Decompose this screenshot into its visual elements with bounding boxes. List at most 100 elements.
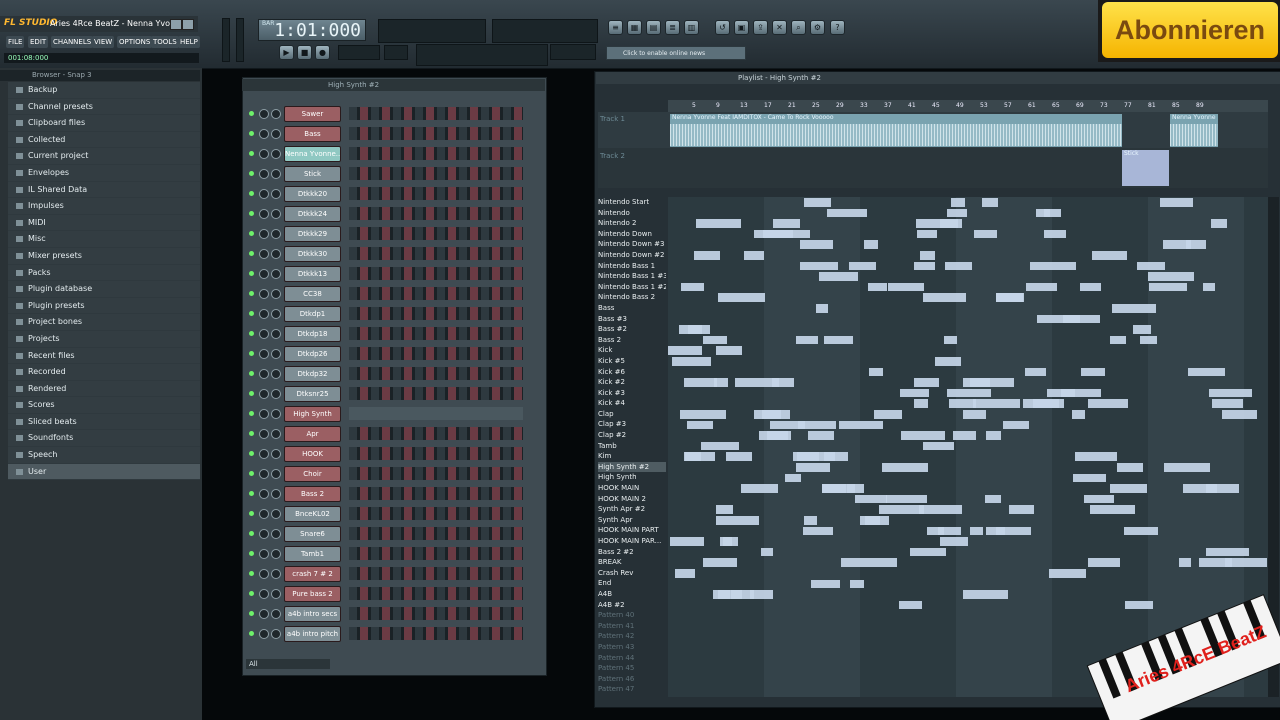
pan-knob[interactable]: [259, 629, 269, 639]
pattern-block[interactable]: [1149, 282, 1187, 292]
channel-mute-led[interactable]: [249, 351, 254, 356]
volume-knob[interactable]: [271, 429, 281, 439]
pattern-block[interactable]: [696, 219, 741, 228]
pattern-label[interactable]: Crash Rev: [598, 568, 666, 579]
pattern-block[interactable]: [868, 282, 887, 292]
pattern-block[interactable]: [1033, 399, 1059, 408]
pattern-label[interactable]: Pattern 47: [598, 684, 666, 695]
pattern-block[interactable]: [940, 537, 968, 546]
step-buttons[interactable]: [349, 447, 523, 460]
pattern-block[interactable]: [864, 240, 878, 249]
pattern-block[interactable]: [800, 261, 838, 271]
pattern-block[interactable]: [1009, 505, 1034, 514]
pattern-label[interactable]: Tamb: [598, 441, 666, 452]
pattern-label[interactable]: Bass 2 #2: [598, 547, 666, 558]
pattern-block[interactable]: [917, 229, 937, 239]
pattern-block[interactable]: [1206, 547, 1249, 557]
channel-button[interactable]: CC38: [284, 286, 341, 302]
browser-item[interactable]: Plugin database: [8, 281, 200, 298]
pattern-block[interactable]: [882, 463, 928, 472]
volume-knob[interactable]: [271, 229, 281, 239]
pattern-block[interactable]: [1148, 272, 1194, 281]
pattern-label[interactable]: Pattern 45: [598, 663, 666, 674]
pattern-label[interactable]: Kick #2: [598, 377, 666, 388]
pattern-block[interactable]: [923, 441, 954, 451]
pattern-block[interactable]: [735, 378, 779, 387]
pattern-block[interactable]: [1199, 558, 1232, 567]
pattern-label[interactable]: HOOK MAIN 2: [598, 494, 666, 505]
pattern-label[interactable]: Nintendo 2: [598, 218, 666, 229]
browser-button[interactable]: ▥: [684, 20, 699, 35]
step-buttons[interactable]: [349, 487, 523, 500]
pattern-block[interactable]: [839, 420, 883, 430]
browser-item[interactable]: Impulses: [8, 198, 200, 215]
pattern-block[interactable]: [938, 526, 961, 536]
pattern-block[interactable]: [1203, 282, 1215, 292]
channel-mute-led[interactable]: [249, 231, 254, 236]
pattern-block[interactable]: [951, 198, 965, 207]
pattern-block[interactable]: [1112, 304, 1156, 313]
pattern-block[interactable]: [855, 494, 887, 504]
pattern-label[interactable]: BREAK: [598, 557, 666, 568]
pan-knob[interactable]: [259, 149, 269, 159]
pattern-label[interactable]: Pattern 44: [598, 653, 666, 664]
pattern-label[interactable]: Bass #3: [598, 314, 666, 325]
pattern-block[interactable]: [1061, 388, 1101, 398]
playlist-window-button[interactable]: ≡: [608, 20, 623, 35]
browser-item[interactable]: Collected: [8, 131, 200, 149]
pan-knob[interactable]: [259, 449, 269, 459]
pattern-block[interactable]: [680, 410, 726, 419]
step-buttons[interactable]: [349, 347, 523, 360]
pattern-block[interactable]: [1110, 484, 1147, 493]
pattern-block[interactable]: [919, 505, 962, 514]
browser-item[interactable]: Packs: [8, 264, 200, 282]
pan-knob[interactable]: [259, 249, 269, 259]
pan-knob[interactable]: [259, 229, 269, 239]
sequencer-window-button[interactable]: ▦: [627, 20, 642, 35]
pattern-label[interactable]: Pattern 40: [598, 610, 666, 621]
pattern-selector[interactable]: [384, 45, 408, 60]
channel-button[interactable]: Snare6: [284, 526, 341, 542]
pattern-label[interactable]: Nintendo Start: [598, 197, 666, 208]
pan-knob[interactable]: [259, 269, 269, 279]
channel-mute-led[interactable]: [249, 411, 254, 416]
pan-knob[interactable]: [259, 169, 269, 179]
stop-button[interactable]: ■: [297, 45, 312, 60]
browser-item[interactable]: MIDI: [8, 214, 200, 232]
pattern-block[interactable]: [1088, 399, 1128, 408]
volume-knob[interactable]: [271, 329, 281, 339]
pattern-block[interactable]: [759, 431, 788, 440]
volume-knob[interactable]: [271, 629, 281, 639]
pan-knob[interactable]: [259, 529, 269, 539]
pattern-block[interactable]: [1073, 473, 1106, 483]
channel-mute-led[interactable]: [249, 551, 254, 556]
menu-edit[interactable]: EDIT: [28, 36, 49, 48]
pattern-label[interactable]: Bass 2: [598, 335, 666, 346]
channel-mute-led[interactable]: [249, 291, 254, 296]
pattern-block[interactable]: [849, 261, 876, 271]
pattern-block[interactable]: [1110, 335, 1126, 345]
pattern-label[interactable]: Nintendo Down #2: [598, 250, 666, 261]
step-buttons[interactable]: [349, 427, 523, 440]
tools-button[interactable]: ✕: [772, 20, 787, 35]
browser-item[interactable]: Recorded: [8, 364, 200, 381]
pan-knob[interactable]: [259, 349, 269, 359]
channel-button[interactable]: Dtkdp26: [284, 346, 341, 362]
play-button[interactable]: ▶: [279, 45, 294, 60]
volume-knob[interactable]: [271, 149, 281, 159]
pattern-block[interactable]: [886, 494, 927, 504]
pan-knob[interactable]: [259, 549, 269, 559]
pattern-block[interactable]: [716, 516, 759, 525]
step-buttons[interactable]: [349, 167, 523, 180]
pattern-block[interactable]: [1179, 558, 1191, 567]
pattern-block[interactable]: [879, 505, 924, 514]
step-buttons[interactable]: [349, 327, 523, 340]
pattern-label[interactable]: End: [598, 578, 666, 589]
pattern-block[interactable]: [824, 335, 853, 345]
channel-mute-led[interactable]: [249, 331, 254, 336]
step-buttons[interactable]: [349, 587, 523, 600]
pattern-block[interactable]: [996, 526, 1031, 536]
browser-item[interactable]: Projects: [8, 330, 200, 348]
menu-help[interactable]: HELP: [178, 36, 200, 48]
pattern-block[interactable]: [808, 431, 834, 440]
